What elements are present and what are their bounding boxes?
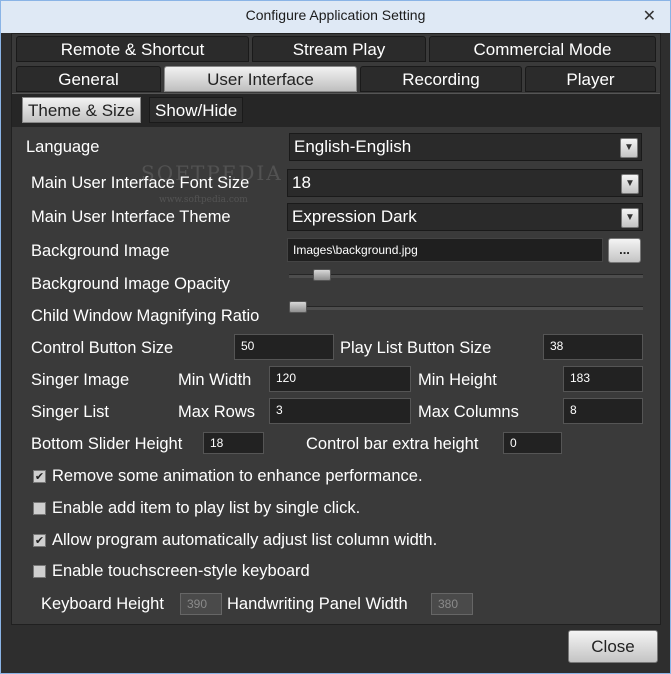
checkbox-single-click[interactable] (33, 502, 46, 515)
title-bar: Configure Application Setting ✕ (1, 1, 670, 33)
bg-opacity-slider-track[interactable] (289, 274, 643, 278)
tab-player[interactable]: Player (525, 66, 656, 92)
singer-list-label: Singer List (31, 403, 109, 421)
theme-dropdown[interactable]: Expression Dark ▼ (287, 203, 643, 231)
singer-image-label: Singer Image (31, 371, 130, 389)
handwriting-width-label: Handwriting Panel Width (227, 595, 408, 613)
subtab-theme-size[interactable]: Theme & Size (22, 97, 141, 123)
subtab-show-hide[interactable]: Show/Hide (149, 97, 244, 123)
playlist-btn-size-label: Play List Button Size (340, 339, 492, 357)
keyboard-height-input[interactable]: 390 (180, 593, 222, 615)
window-title: Configure Application Setting (245, 7, 426, 23)
child-mag-slider-thumb[interactable] (289, 301, 307, 313)
tab-user-interface[interactable]: User Interface (164, 66, 357, 92)
tab-general[interactable]: General (16, 66, 161, 92)
max-columns-input[interactable]: 8 (563, 398, 643, 424)
tab-remote-shortcut[interactable]: Remote & Shortcut (16, 36, 249, 62)
language-value: English-English (294, 137, 412, 156)
control-btn-size-label: Control Button Size (31, 339, 174, 357)
watermark-url: www.softpedia.com (159, 195, 248, 205)
font-size-dropdown[interactable]: 18 ▼ (287, 169, 643, 197)
min-width-input[interactable]: 120 (269, 366, 411, 392)
bottom-slider-input[interactable]: 18 (203, 432, 264, 454)
checkbox-touch-keyboard[interactable] (33, 565, 46, 578)
close-button[interactable]: Close (568, 630, 658, 663)
tab-commercial-mode[interactable]: Commercial Mode (429, 36, 656, 62)
close-icon[interactable]: ✕ (643, 6, 656, 25)
checkbox-label-single-click: Enable add item to play list by single c… (52, 499, 361, 517)
checkbox-adjust-column[interactable]: ✔ (33, 534, 46, 547)
bg-opacity-label: Background Image Opacity (31, 275, 231, 293)
child-mag-label: Child Window Magnifying Ratio (31, 307, 260, 325)
max-rows-input[interactable]: 3 (269, 398, 411, 424)
checkbox-label-touch-keyboard: Enable touchscreen-style keyboard (52, 562, 310, 580)
tab-recording[interactable]: Recording (360, 66, 522, 92)
playlist-btn-size-input[interactable]: 38 (543, 334, 643, 360)
bg-image-label: Background Image (31, 242, 170, 260)
checkmark-icon: ✔ (34, 470, 45, 483)
control-btn-size-input[interactable]: 50 (234, 334, 334, 360)
min-height-input[interactable]: 183 (563, 366, 643, 392)
checkmark-icon: ✔ (34, 534, 45, 547)
min-height-label: Min Height (418, 371, 497, 389)
subtab-bar: Theme & Size Show/Hide (12, 93, 660, 127)
settings-window: Configure Application Setting ✕ Remote &… (0, 0, 671, 674)
language-dropdown[interactable]: English-English ▼ (289, 133, 642, 161)
theme-value: Expression Dark (292, 207, 417, 226)
theme-label: Main User Interface Theme (31, 208, 231, 226)
control-bar-label: Control bar extra height (306, 435, 479, 453)
min-width-label: Min Width (178, 371, 252, 389)
language-label: Language (26, 138, 100, 156)
max-rows-label: Max Rows (178, 403, 256, 421)
chevron-down-icon[interactable]: ▼ (620, 138, 638, 158)
checkbox-label-adjust-column: Allow program automatically adjust list … (52, 531, 438, 549)
chevron-down-icon[interactable]: ▼ (621, 174, 639, 194)
checkbox-remove-animation[interactable]: ✔ (33, 470, 46, 483)
handwriting-width-input[interactable]: 380 (431, 593, 473, 615)
bg-opacity-slider-thumb[interactable] (312, 269, 331, 281)
font-size-value: 18 (292, 173, 311, 192)
control-bar-input[interactable]: 0 (503, 432, 562, 454)
font-size-label: Main User Interface Font Size (31, 174, 250, 192)
bottom-slider-label: Bottom Slider Height (31, 435, 183, 453)
max-columns-label: Max Columns (418, 403, 519, 421)
bg-image-input[interactable]: Images\background.jpg (287, 238, 603, 262)
checkbox-label-remove-animation: Remove some animation to enhance perform… (52, 467, 423, 485)
tab-stream-play[interactable]: Stream Play (252, 36, 426, 62)
keyboard-height-label: Keyboard Height (41, 595, 164, 613)
chevron-down-icon[interactable]: ▼ (621, 208, 639, 228)
child-mag-slider-track[interactable] (289, 306, 643, 310)
browse-button[interactable]: ... (608, 238, 641, 263)
